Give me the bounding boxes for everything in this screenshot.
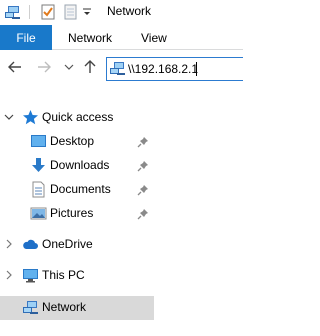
expanded-chevron-icon[interactable] (3, 110, 15, 124)
pin-icon[interactable] (136, 207, 150, 221)
nav-item-downloads[interactable]: Downloads (0, 154, 154, 178)
nav-item-label: Network (42, 300, 87, 314)
nav-item-documents[interactable]: Documents (0, 178, 154, 202)
network-icon (22, 299, 39, 316)
title-bar: Network (0, 0, 243, 25)
collapsed-chevron-icon[interactable] (3, 268, 15, 282)
recent-locations-chevron-icon[interactable] (61, 59, 77, 75)
ribbon-tabs: File Network View (0, 25, 243, 50)
nav-item-onedrive[interactable]: OneDrive (0, 233, 154, 257)
nav-item-label: Pictures (50, 206, 94, 220)
nav-item-pictures[interactable]: Pictures (0, 202, 154, 226)
star-icon (22, 109, 39, 126)
toolbar-separator (29, 5, 30, 19)
pin-icon[interactable] (136, 183, 150, 197)
back-arrow-icon[interactable] (7, 59, 23, 75)
forward-arrow-icon[interactable] (36, 59, 52, 75)
navigation-pane: Quick access Desktop Downloads Documents (0, 90, 243, 336)
network-location-icon (109, 60, 126, 77)
nav-item-quick-access[interactable]: Quick access (0, 106, 154, 130)
cloud-icon (22, 236, 39, 253)
customize-toolbar-dropdown-icon[interactable] (82, 4, 92, 22)
nav-item-label: OneDrive (42, 237, 93, 251)
address-bar[interactable]: \\192.168.2.1 (106, 57, 243, 81)
properties-icon[interactable] (39, 3, 57, 21)
tab-network[interactable]: Network (68, 25, 112, 50)
nav-item-label: Quick access (42, 110, 114, 124)
address-input[interactable]: \\192.168.2.1 (128, 62, 198, 76)
up-arrow-icon[interactable] (82, 59, 98, 75)
documents-icon (30, 181, 47, 198)
pin-icon[interactable] (136, 159, 150, 173)
network-app-icon[interactable] (4, 3, 22, 21)
tab-view[interactable]: View (141, 25, 167, 50)
nav-item-label: Downloads (50, 158, 110, 172)
nav-item-label: Documents (50, 182, 111, 196)
window-title: Network (107, 4, 152, 18)
downloads-icon (30, 157, 47, 174)
nav-item-label: Desktop (50, 134, 95, 148)
computer-icon (22, 267, 39, 284)
collapsed-chevron-icon[interactable] (3, 237, 15, 251)
nav-item-desktop[interactable]: Desktop (0, 130, 154, 154)
nav-item-label: This PC (42, 268, 85, 282)
pictures-icon (30, 205, 47, 222)
tab-file[interactable]: File (0, 25, 52, 50)
nav-item-network[interactable]: Network (0, 296, 154, 320)
text-caret (196, 62, 197, 76)
nav-item-this-pc[interactable]: This PC (0, 264, 154, 288)
pin-icon[interactable] (136, 135, 150, 149)
desktop-icon (30, 133, 47, 150)
new-folder-icon[interactable] (61, 3, 79, 21)
